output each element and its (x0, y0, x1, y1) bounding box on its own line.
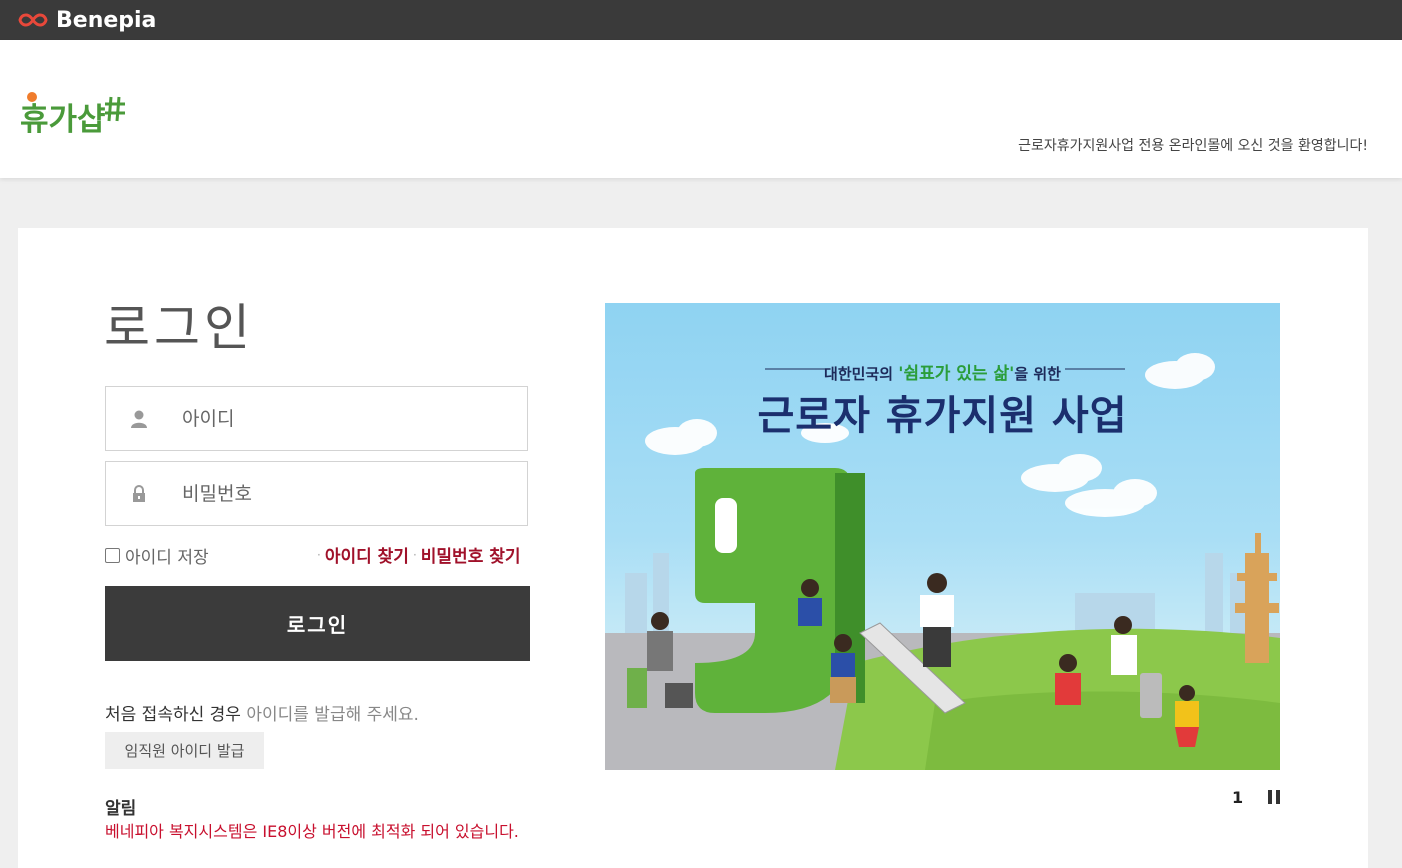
banner-subtitle-b: 을 위한 (1014, 365, 1061, 383)
top-bar: Benepia (0, 0, 1402, 40)
find-links: · 아이디 찾기 · 비밀번호 찾기 (313, 542, 521, 567)
bullet-icon: · (412, 547, 417, 562)
first-visit-lead: 처음 접속하신 경우 (105, 705, 247, 725)
password-field[interactable] (105, 461, 528, 526)
banner-subtitle: 대한민국의 '쉼표가 있는 삶'을 위한 (605, 359, 1280, 384)
welcome-message: 근로자휴가지원사업 전용 온라인몰에 오신 것을 환영합니다! (1018, 138, 1368, 154)
person-mark-icon (27, 92, 37, 102)
first-visit-text: 처음 접속하신 경우 아이디를 발급해 주세요. (105, 700, 419, 725)
user-icon (131, 410, 147, 428)
banner-title: 근로자 휴가지원 사업 (757, 393, 1128, 439)
password-input[interactable] (180, 462, 510, 525)
banner-highlight: '쉼표가 있는 삶' (898, 364, 1015, 384)
hash-icon (104, 96, 125, 122)
brand-name[interactable]: Benepia (56, 8, 156, 33)
save-id-checkbox[interactable] (105, 548, 120, 563)
banner-page-number[interactable]: 1 (1232, 788, 1243, 807)
first-visit-guide: 아이디를 발급해 주세요. (246, 705, 419, 725)
issue-id-button[interactable]: 임직원 아이디 발급 (105, 732, 264, 769)
find-password-link[interactable]: 비밀번호 찾기 (421, 542, 521, 567)
login-button[interactable]: 로그인 (105, 586, 530, 661)
page-title: 로그인 (104, 299, 254, 357)
save-id-row[interactable]: 아이디 저장 (105, 543, 209, 568)
banner-subtitle-a: 대한민국의 (824, 365, 899, 383)
save-id-label[interactable]: 아이디 저장 (125, 543, 209, 568)
logo-text: 휴가샵 (20, 102, 106, 138)
logo[interactable]: 휴가샵 (20, 92, 126, 138)
lock-icon (133, 485, 145, 502)
id-field[interactable] (105, 386, 528, 451)
notice-text: 베네피아 복지시스템은 IE8이상 버전에 최적화 되어 있습니다. (105, 822, 519, 841)
infinity-icon (18, 13, 48, 27)
promo-banner[interactable]: 대한민국의 '쉼표가 있는 삶'을 위한 근로자 휴가지원 사업 (605, 303, 1280, 770)
pause-icon[interactable] (1268, 790, 1282, 806)
site-header: 휴가샵 근로자휴가지원사업 전용 온라인몰에 오신 것을 환영합니다! (0, 40, 1402, 178)
bullet-icon: · (317, 547, 321, 562)
find-id-link[interactable]: 아이디 찾기 (325, 542, 409, 567)
notice-title: 알림 (105, 799, 137, 819)
id-input[interactable] (180, 387, 510, 450)
login-panel: 로그인 아이디 저장 · 아이디 찾기 · 비밀번호 찾기 로그인 처음 접속하… (18, 228, 1368, 868)
